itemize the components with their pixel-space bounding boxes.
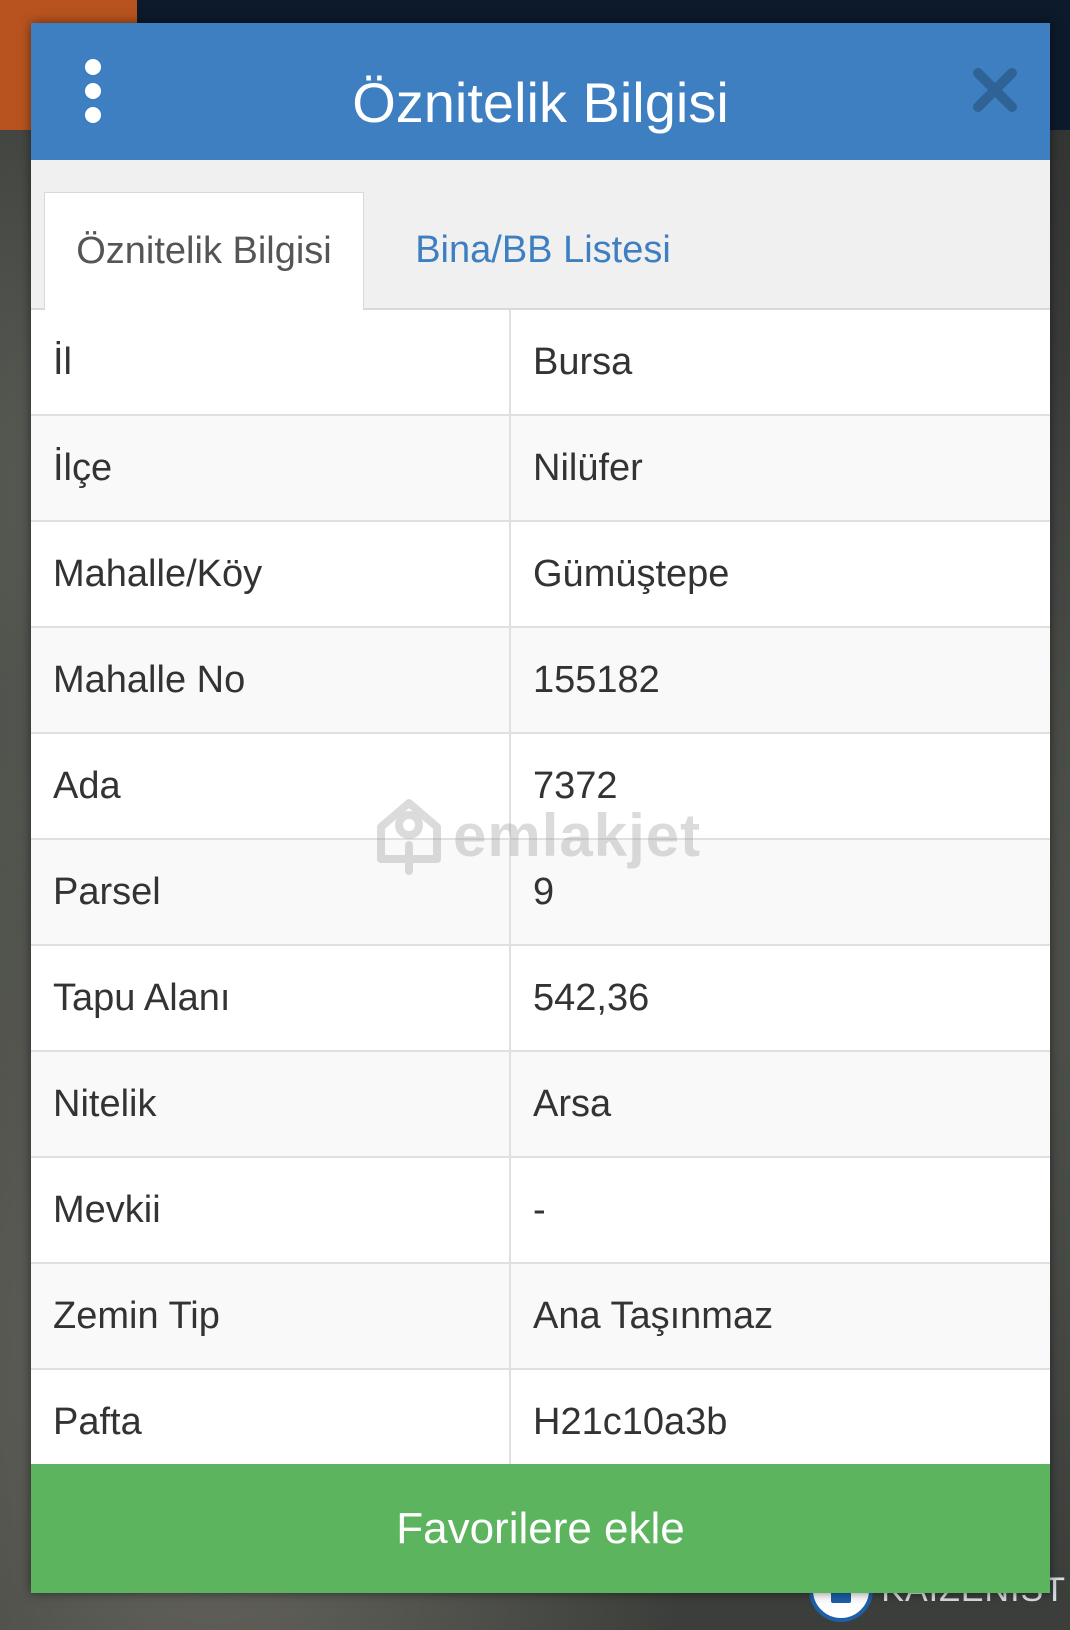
attribute-table: İl Bursa İlçe Nilüfer Mahalle/Köy Gümüşt… bbox=[31, 310, 1050, 1476]
row-value: Nilüfer bbox=[533, 446, 643, 489]
row-value: Ana Taşınmaz bbox=[533, 1294, 774, 1337]
tab-building-list[interactable]: Bina/BB Listesi bbox=[363, 192, 723, 309]
row-key: Mahalle/Köy bbox=[31, 522, 511, 626]
row-value: 542,36 bbox=[533, 976, 650, 1019]
table-row: Pafta H21c10a3b bbox=[31, 1370, 1050, 1476]
row-value: - bbox=[533, 1188, 546, 1231]
row-value: Gümüştepe bbox=[533, 552, 730, 595]
table-row: Parsel 9 bbox=[31, 840, 1050, 946]
row-key: İl bbox=[31, 310, 511, 414]
add-to-favorites-button[interactable]: Favorilere ekle bbox=[31, 1464, 1050, 1593]
row-value: 7372 bbox=[533, 764, 618, 807]
row-value: Bursa bbox=[533, 340, 633, 383]
row-value: H21c10a3b bbox=[533, 1400, 728, 1443]
row-key: İlçe bbox=[31, 416, 511, 520]
table-row: Mevkii - bbox=[31, 1158, 1050, 1264]
dialog-title: Öznitelik Bilgisi bbox=[352, 71, 729, 134]
row-key: Ada bbox=[31, 734, 511, 838]
table-row: Ada 7372 bbox=[31, 734, 1050, 840]
row-value: 155182 bbox=[533, 658, 660, 701]
row-key: Pafta bbox=[31, 1370, 511, 1474]
row-key: Mahalle No bbox=[31, 628, 511, 732]
row-value: 9 bbox=[533, 870, 555, 913]
dialog-header: Öznitelik Bilgisi bbox=[31, 23, 1050, 160]
table-row: İlçe Nilüfer bbox=[31, 416, 1050, 522]
table-row: Mahalle/Köy Gümüştepe bbox=[31, 522, 1050, 628]
table-row: Zemin Tip Ana Taşınmaz bbox=[31, 1264, 1050, 1370]
attribute-dialog: Öznitelik Bilgisi Öznitelik Bilgisi Bina… bbox=[31, 23, 1050, 1593]
table-row: İl Bursa bbox=[31, 310, 1050, 416]
row-value: Arsa bbox=[533, 1082, 612, 1125]
tab-bar: Öznitelik Bilgisi Bina/BB Listesi bbox=[31, 160, 1050, 310]
row-key: Nitelik bbox=[31, 1052, 511, 1156]
table-row: Mahalle No 155182 bbox=[31, 628, 1050, 734]
tab-attribute-info[interactable]: Öznitelik Bilgisi bbox=[44, 192, 364, 310]
row-key: Parsel bbox=[31, 840, 511, 944]
close-icon[interactable] bbox=[970, 65, 1020, 115]
table-row: Nitelik Arsa bbox=[31, 1052, 1050, 1158]
table-row: Tapu Alanı 542,36 bbox=[31, 946, 1050, 1052]
row-key: Mevkii bbox=[31, 1158, 511, 1262]
row-key: Zemin Tip bbox=[31, 1264, 511, 1368]
row-key: Tapu Alanı bbox=[31, 946, 511, 1050]
